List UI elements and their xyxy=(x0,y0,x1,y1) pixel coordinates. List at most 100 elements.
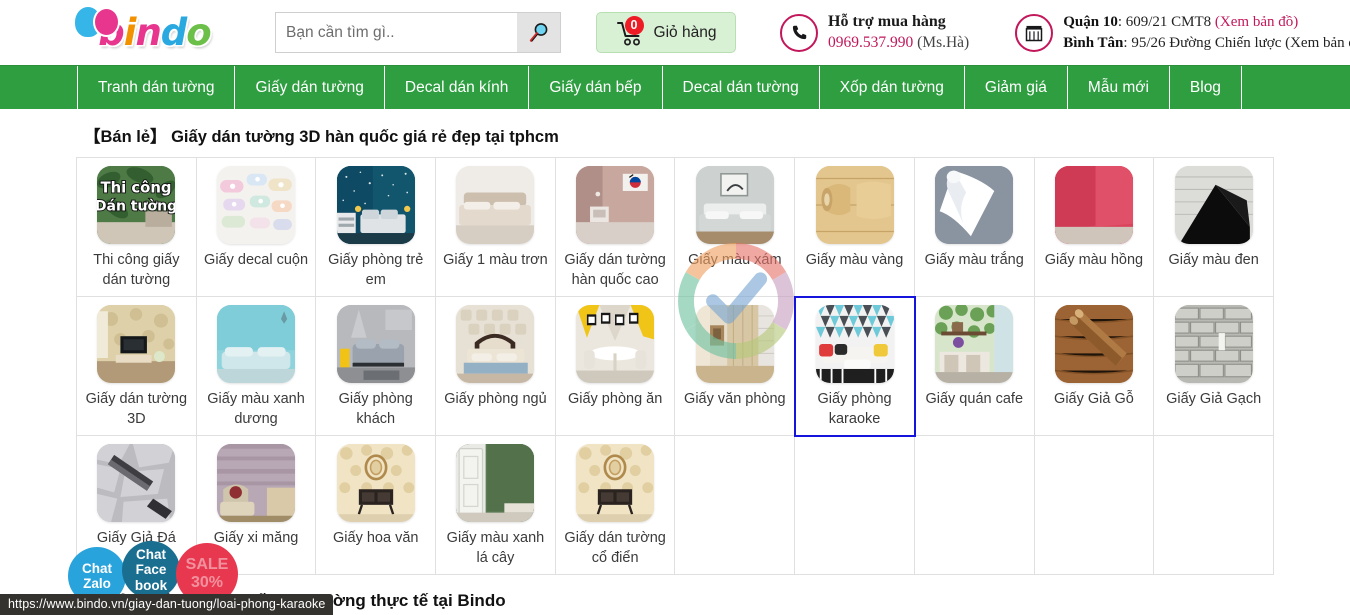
category-thumbnail xyxy=(97,444,176,523)
nav-item-decal-dan-tuong[interactable]: Decal dán tường xyxy=(663,66,820,109)
cart-label: Giỏ hàng xyxy=(653,23,717,41)
category-thumbnail: Thi công Dán tường xyxy=(97,166,176,244)
category-cell[interactable]: Giấy quán cafe xyxy=(914,297,1035,437)
chat-zalo-line2: Zalo xyxy=(83,576,111,591)
cart-count-badge: 0 xyxy=(624,15,644,35)
category-cell[interactable]: Giấy phòng khách xyxy=(316,297,437,437)
support-phone-number[interactable]: 0969.537.990 xyxy=(828,34,913,51)
support-contact-name: (Ms.Hà) xyxy=(917,33,970,51)
category-label: Giấy decal cuộn xyxy=(204,252,309,268)
support-title: Hỗ trợ mua hàng xyxy=(828,13,946,31)
category-cell[interactable]: Giấy phòng trẻ em xyxy=(316,158,437,298)
category-thumbnail xyxy=(1054,305,1133,384)
category-label: Giấy dán tường cổ điển xyxy=(564,530,666,566)
category-thumbnail xyxy=(1054,166,1133,244)
category-thumbnail xyxy=(1174,305,1253,384)
branches-list: Quận 10: 609/21 CMT8 (Xem bản đồ) Bình T… xyxy=(1063,12,1350,53)
svg-text:Dán tường: Dán tường xyxy=(97,198,175,214)
category-label: Giấy Giả Gỗ xyxy=(1054,391,1134,408)
search-button[interactable] xyxy=(517,12,561,53)
category-label: Giấy hoa văn xyxy=(333,530,419,547)
branch-name: Bình Tân xyxy=(1063,34,1124,51)
category-label: Giấy phòng trẻ em xyxy=(328,252,424,288)
category-thumbnail xyxy=(576,444,655,523)
category-label: Thi công giấy dán tường xyxy=(93,252,180,288)
category-label: Giấy màu trắng xyxy=(924,252,1024,268)
category-label: Giấy màu xanh dương xyxy=(207,391,305,427)
category-cell[interactable]: Giấy phòng ngủ xyxy=(436,297,556,437)
nav-item-giay-dan-tuong[interactable]: Giấy dán tường xyxy=(235,66,385,109)
sale-badge-line1: SALE xyxy=(185,556,229,573)
category-label: Giấy màu vàng xyxy=(805,252,904,268)
category-cell[interactable]: Giấy văn phòng xyxy=(675,297,796,437)
category-cell[interactable]: Thi công Dán tường Thi công giấy dán tườn… xyxy=(77,158,197,298)
chat-facebook-button[interactable]: Chat Face book xyxy=(122,541,180,599)
nav-item-giam-gia[interactable]: Giảm giá xyxy=(965,66,1068,109)
category-thumbnail xyxy=(336,166,415,244)
category-thumbnail xyxy=(97,305,176,384)
branches-block: Quận 10: 609/21 CMT8 (Xem bản đồ) Bình T… xyxy=(1015,12,1350,53)
nav-item-giay-dan-bep[interactable]: Giấy dán bếp xyxy=(529,66,663,109)
category-thumbnail xyxy=(576,305,655,384)
category-cell[interactable]: Giấy phòng karaoke xyxy=(794,296,916,438)
category-thumbnail xyxy=(576,166,655,244)
main-navigation: Tranh dán tường Giấy dán tường Decal dán… xyxy=(0,65,1350,109)
nav-item-blog[interactable]: Blog xyxy=(1170,66,1242,109)
branch-row: Quận 10: 609/21 CMT8 (Xem bản đồ) xyxy=(1063,12,1350,32)
category-cell-empty xyxy=(1034,436,1155,576)
category-label: Giấy Giả Gạch xyxy=(1166,391,1262,408)
category-cell-empty xyxy=(675,436,796,576)
site-logo[interactable]: bindo xyxy=(62,6,247,59)
category-cell[interactable]: Giấy màu hồng xyxy=(1034,158,1155,298)
category-cell[interactable]: Giấy màu xám xyxy=(675,158,796,298)
category-thumbnail xyxy=(1174,166,1253,244)
support-text: Hỗ trợ mua hàng 0969.537.990 (Ms.Hà) xyxy=(828,12,969,53)
category-thumbnail xyxy=(456,305,535,384)
search-input[interactable] xyxy=(275,12,517,53)
store-icon-circle xyxy=(1015,13,1054,52)
category-cell[interactable]: Giấy Giả Gạch xyxy=(1154,297,1274,437)
category-label: Giấy phòng khách xyxy=(338,391,413,427)
chat-fb-line2: Face xyxy=(135,562,167,578)
branch-row: Bình Tân: 95/26 Đường Chiến lược (Xem bả… xyxy=(1063,33,1350,53)
category-cell[interactable]: Giấy dán tường hàn quốc cao xyxy=(555,158,676,298)
category-cell[interactable]: Giấy Giả Gỗ xyxy=(1034,297,1155,437)
category-label: Giấy phòng karaoke xyxy=(817,391,892,427)
category-cell[interactable]: Giấy màu xanh lá cây xyxy=(436,436,556,576)
category-label: Giấy dán tường hàn quốc cao xyxy=(564,252,666,288)
category-thumbnail xyxy=(456,444,535,523)
logo-balloon-pink-icon xyxy=(95,8,118,35)
category-thumbnail xyxy=(815,166,894,244)
branch-map-link[interactable]: (Xem bản đồ) xyxy=(1215,14,1298,30)
category-cell[interactable]: Giấy dán tường cổ điển xyxy=(555,436,676,576)
category-cell-empty xyxy=(795,436,915,576)
category-cell[interactable]: Giấy màu đen xyxy=(1154,158,1274,298)
category-cell[interactable]: Giấy màu xanh dương xyxy=(196,297,317,437)
category-cell[interactable]: Giấy hoa văn xyxy=(316,436,437,576)
chat-fb-line3: book xyxy=(134,577,168,593)
category-cell[interactable]: Giấy phòng ăn xyxy=(555,297,676,437)
category-cell[interactable]: Giấy decal cuộn xyxy=(196,158,317,298)
category-label: Giấy màu xanh lá cây xyxy=(446,530,545,566)
category-thumbnail xyxy=(935,166,1014,244)
nav-item-tranh-dan-tuong[interactable]: Tranh dán tường xyxy=(77,66,236,109)
store-icon xyxy=(1025,25,1043,41)
support-phone-line: 0969.537.990 (Ms.Hà) xyxy=(828,33,969,53)
category-label: Giấy phòng ăn xyxy=(567,391,663,408)
nav-item-xop-dan-tuong[interactable]: Xốp dán tường xyxy=(820,66,965,109)
category-label: Giấy màu đen xyxy=(1168,252,1259,268)
category-label: Giấy màu hồng xyxy=(1044,252,1144,268)
category-label: Giấy 1 màu trơn xyxy=(443,252,548,268)
nav-item-mau-moi[interactable]: Mẫu mới xyxy=(1068,66,1170,109)
cart-button[interactable]: 0 Giỏ hàng xyxy=(596,12,736,53)
branch-map-link[interactable]: (Xem bản đồ) xyxy=(1285,35,1350,51)
logo-letter-o: o xyxy=(186,11,211,54)
branch-address: : 95/26 Đường Chiến lược xyxy=(1123,34,1282,51)
category-thumbnail xyxy=(336,444,415,523)
category-cell[interactable]: Giấy màu trắng xyxy=(914,158,1035,298)
logo-letter-i: i xyxy=(123,11,137,54)
category-cell[interactable]: Giấy 1 màu trơn xyxy=(436,158,556,298)
nav-item-decal-dan-kinh[interactable]: Decal dán kính xyxy=(385,66,530,109)
category-cell[interactable]: Giấy màu vàng xyxy=(795,158,915,298)
category-cell[interactable]: Giấy dán tường 3D xyxy=(77,297,197,437)
